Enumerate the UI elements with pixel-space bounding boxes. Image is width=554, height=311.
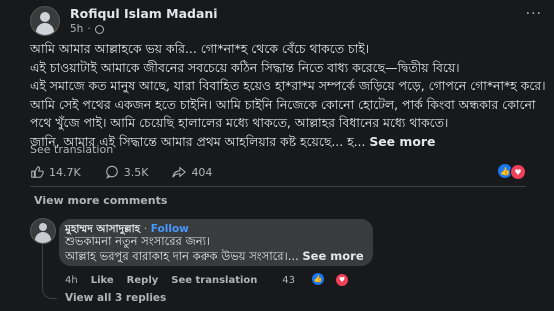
comment-like-button[interactable]: Like bbox=[91, 275, 114, 286]
post-line: এই সমাজে কত মানুষ আছে, যারা বিবাহিত হয়ে… bbox=[30, 78, 546, 94]
post-meta: 5h · bbox=[70, 22, 218, 36]
comment-see-more-link[interactable]: See more bbox=[302, 249, 363, 263]
view-replies-link[interactable]: View all 3 replies bbox=[65, 292, 166, 304]
comment-time[interactable]: 4h bbox=[65, 275, 78, 286]
divider bbox=[30, 186, 526, 187]
share-icon bbox=[172, 166, 187, 178]
post-line: এই চাওয়াটাই আমাকে জীবনের সবচেয়ে কঠিন স… bbox=[30, 59, 460, 75]
like-count[interactable]: 14.7K bbox=[30, 165, 81, 179]
commenter-avatar[interactable] bbox=[30, 218, 56, 244]
love-reaction-icon: ♥ bbox=[510, 164, 526, 180]
author-avatar[interactable] bbox=[30, 6, 60, 36]
see-translation-link[interactable]: See translation bbox=[30, 143, 113, 156]
comment-count[interactable]: 3.5K bbox=[105, 165, 148, 179]
see-more-link[interactable]: See more bbox=[369, 134, 435, 149]
comment-icon bbox=[105, 165, 118, 179]
comment-actions: 4h Like Reply See translation 43 👍 ♥ bbox=[65, 273, 375, 287]
reply-thread-line bbox=[42, 244, 57, 299]
comment-bubble: মুহাম্মদ আসাদুল্লাহ · Follow শুভকামনা নত… bbox=[59, 219, 373, 266]
comment-see-translation-link[interactable]: See translation bbox=[171, 275, 257, 286]
share-count[interactable]: 404 bbox=[172, 165, 212, 179]
comment-text: শুভকামনা নতুন সংসারের জন্য। আল্লাহ ভরপুর… bbox=[65, 234, 364, 263]
comment-reply-button[interactable]: Reply bbox=[127, 275, 159, 286]
post-line: আমি সেই পথের একজন হতে চাইনি। আমি চাইনি ন… bbox=[30, 96, 536, 112]
love-reaction-icon: ♥ bbox=[335, 273, 349, 287]
like-icon bbox=[31, 166, 44, 178]
reaction-summary[interactable]: 👍 ♥ bbox=[498, 164, 526, 180]
comment-reaction-summary[interactable]: 43 👍 ♥ bbox=[282, 273, 375, 287]
view-more-comments-link[interactable]: View more comments bbox=[34, 194, 167, 207]
post-time[interactable]: 5h bbox=[70, 22, 83, 36]
author-name[interactable]: Rofiqul Islam Madani bbox=[70, 6, 218, 22]
post-header: Rofiqul Islam Madani 5h · bbox=[30, 6, 218, 36]
more-horizontal-icon[interactable]: ··· bbox=[526, 6, 542, 22]
globe-icon bbox=[94, 24, 104, 34]
post-line: পথে খুঁজে পাই। আমি চেয়েছি হালালের মধ্যে… bbox=[30, 115, 449, 131]
engagement-bar: 14.7K 3.5K 404 👍 ♥ bbox=[30, 163, 526, 181]
post-body: আমি আমার আল্লাহকে ভয় করি... গো*না*হ থেক… bbox=[30, 40, 546, 152]
facebook-post: Rofiqul Islam Madani 5h · আমি আমার আল্লা… bbox=[0, 0, 554, 311]
like-reaction-icon: 👍 bbox=[312, 273, 324, 285]
post-line: আমি আমার আল্লাহকে ভয় করি... গো*না*হ থেক… bbox=[30, 41, 370, 56]
